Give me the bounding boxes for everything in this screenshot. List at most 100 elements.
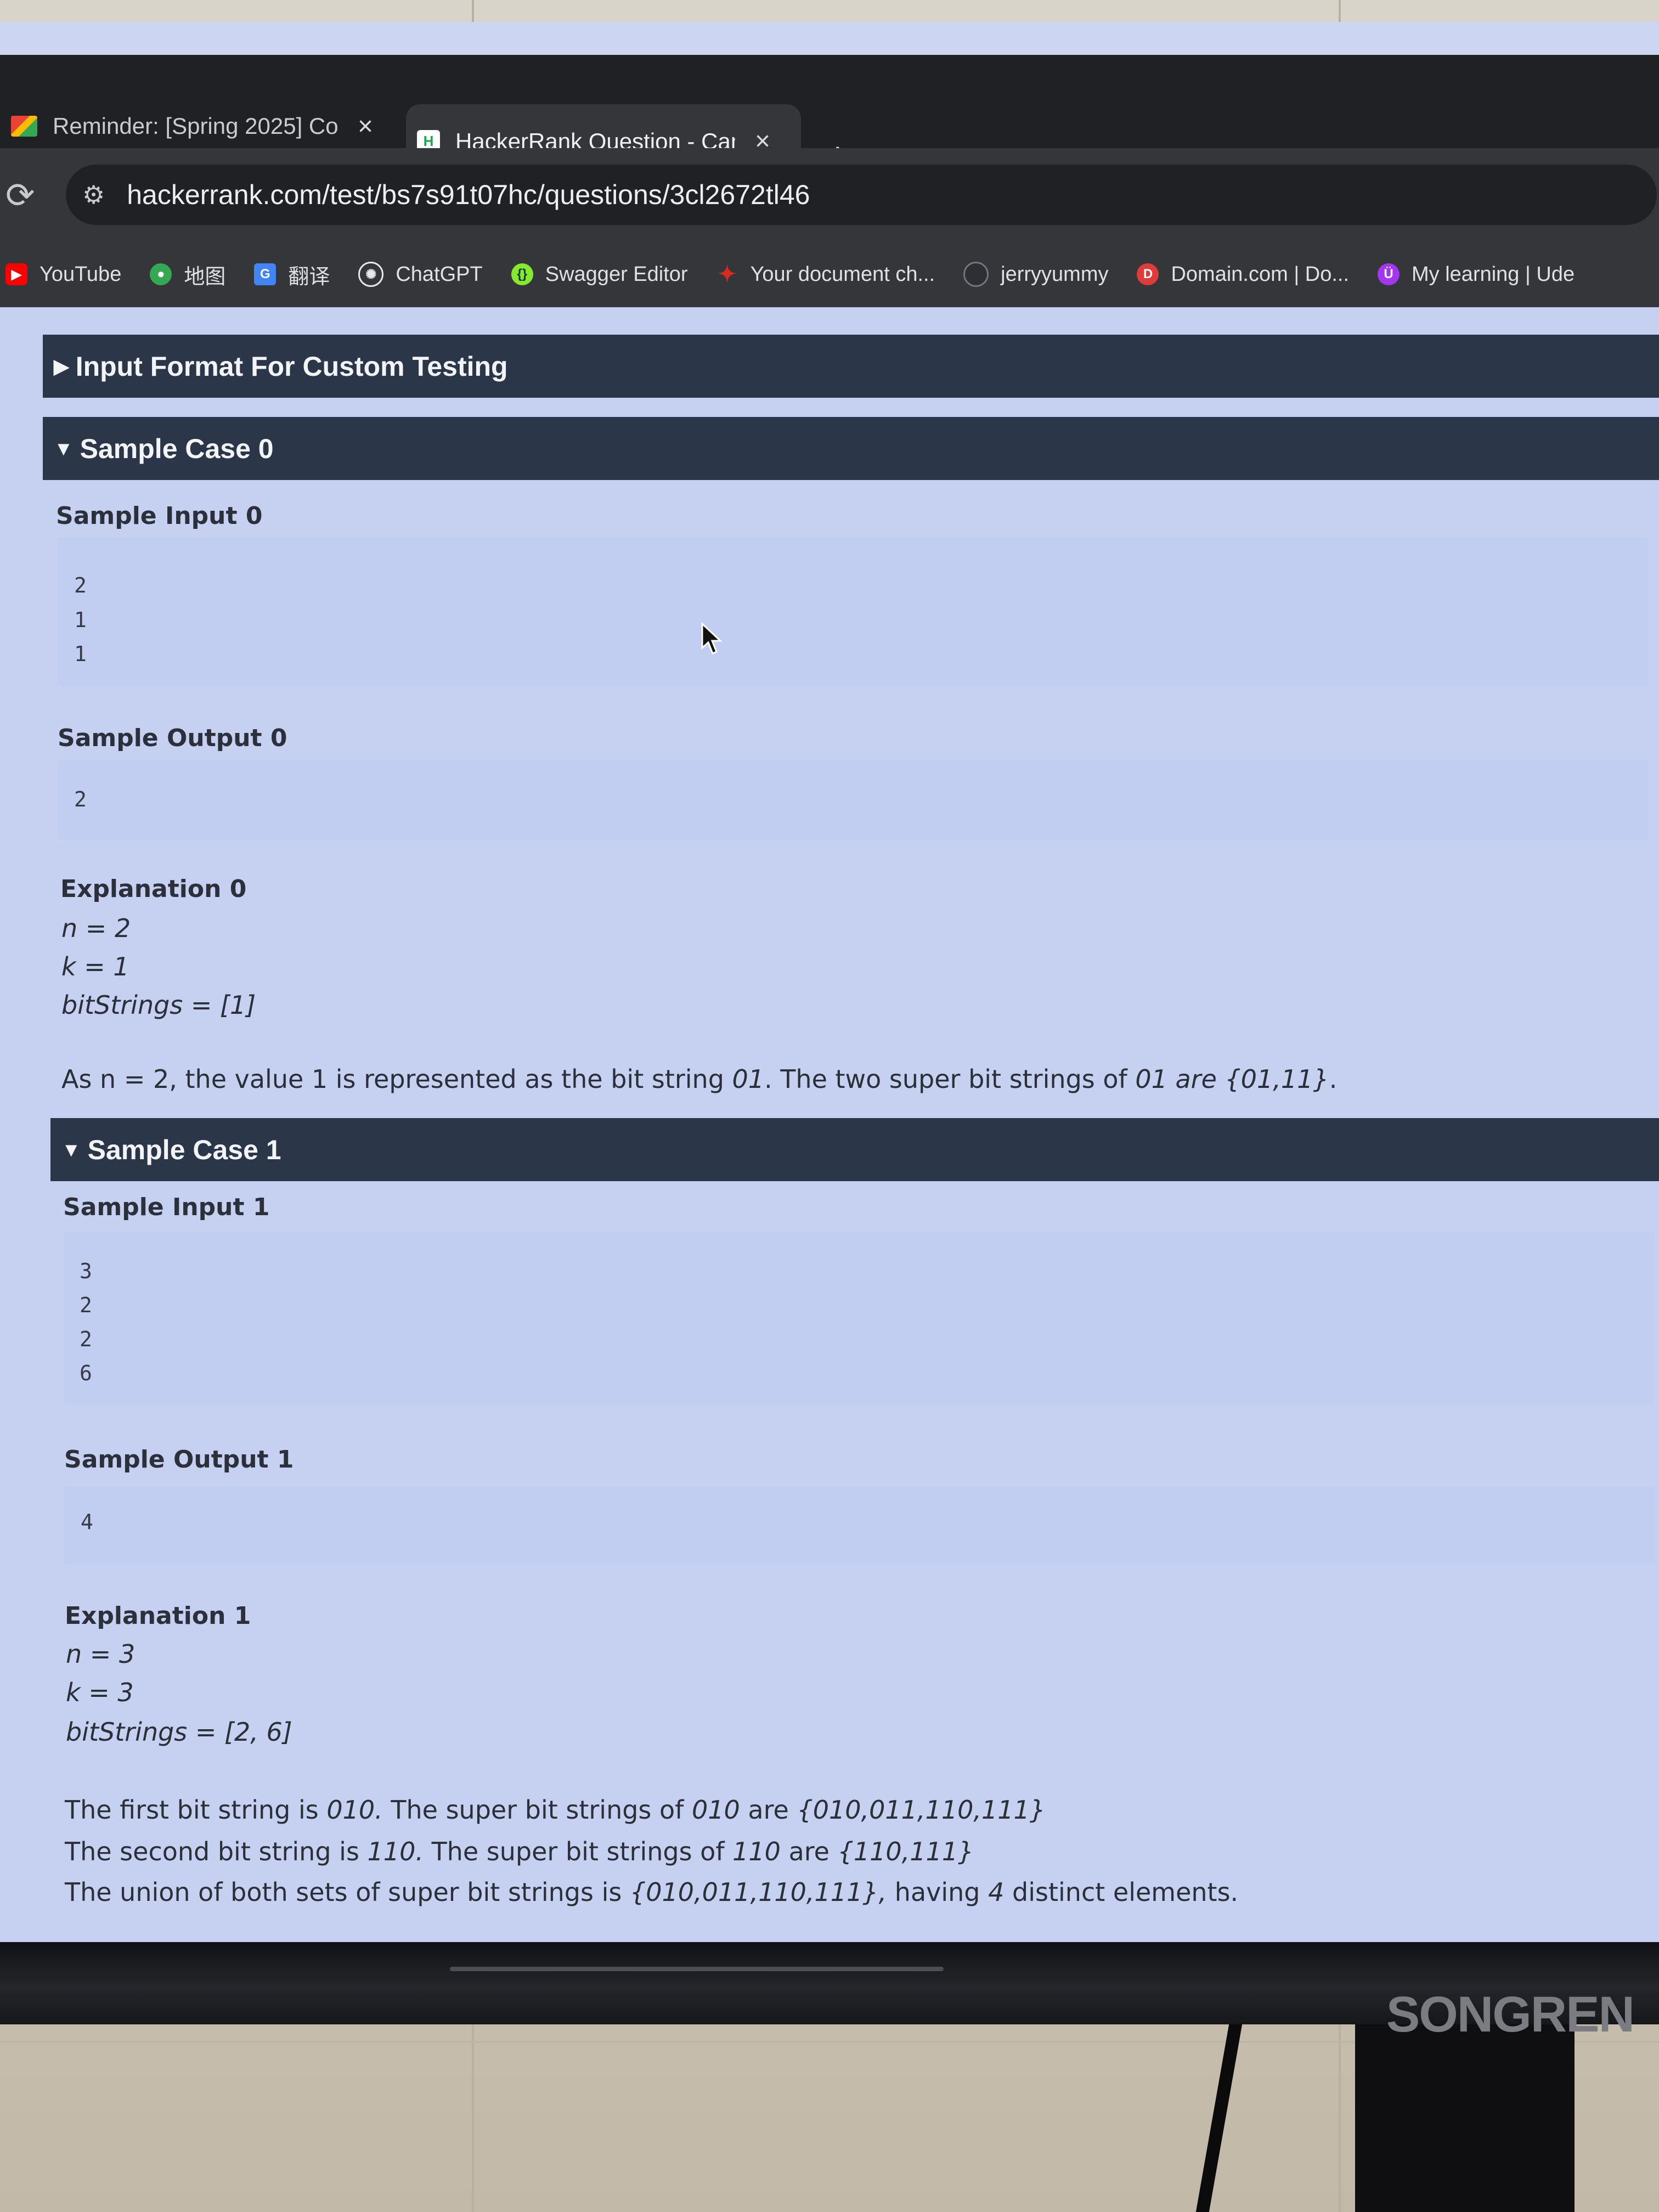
text-span: The first bit string is [65, 1795, 327, 1825]
bookmark-label: Your document ch... [750, 262, 935, 286]
bookmark-swagger[interactable]: {} Swagger Editor [511, 263, 688, 286]
code-line: 4 [81, 1510, 93, 1534]
explanation-var: k = 1 [61, 952, 129, 981]
explanation-0-label: Explanation 0 [60, 875, 247, 903]
bookmark-chatgpt[interactable]: ✺ ChatGPT [358, 262, 483, 287]
url-text: hackerrank.com/test/bs7s91t07hc/question… [127, 179, 810, 210]
text-span: 01 [732, 1064, 765, 1094]
sample-output-0-box: 2 [58, 760, 1649, 839]
reload-icon[interactable]: ⟳ [5, 176, 35, 216]
sample-output-1-label: Sample Output 1 [64, 1446, 294, 1474]
maps-icon: ● [150, 263, 172, 285]
bookmark-github[interactable]: jerryyummy [963, 262, 1108, 287]
text-span: are [740, 1795, 797, 1825]
chatgpt-icon: ✺ [358, 262, 384, 287]
text-span: 4 [988, 1877, 1005, 1907]
site-settings-icon[interactable]: ⚙ [82, 180, 105, 210]
section-sample-case-1[interactable]: ▼ Sample Case 1 [50, 1118, 1659, 1181]
bookmark-label: YouTube [40, 262, 122, 286]
text-span: {010,011,110,111} [797, 1795, 1046, 1825]
bookmark-label: 地图 [184, 265, 226, 289]
bookmark-udemy[interactable]: Ü My learning | Ude [1378, 263, 1575, 286]
section-input-format[interactable]: ▶ Input Format For Custom Testing [43, 335, 1659, 398]
text-span: 010. [326, 1795, 383, 1825]
bookmark-label: jerryyummy [1001, 262, 1109, 286]
bookmark-domain[interactable]: D Domain.com | Do... [1137, 263, 1349, 286]
section-title: Sample Case 0 [80, 433, 274, 464]
code-line: 2 [80, 1293, 92, 1317]
tab-title: Reminder: [Spring 2025] Co [53, 113, 338, 139]
text-span: {010,011,110,111}, [629, 1877, 887, 1907]
explanation-1-line-1: The first bit string is 010. The super b… [65, 1795, 1046, 1825]
bookmark-youtube[interactable]: ▶ YouTube [5, 263, 121, 286]
explanation-1-line-3: The union of both sets of super bit stri… [65, 1877, 1238, 1907]
sample-input-1-box: 3 2 2 6 [63, 1232, 1654, 1404]
text-span: The super bit strings of [423, 1837, 733, 1866]
monitor-stand [1355, 2024, 1575, 2212]
bookmark-label: ChatGPT [396, 262, 483, 286]
explanation-var: n = 3 [66, 1639, 136, 1669]
bookmark-label: Domain.com | Do... [1171, 262, 1350, 286]
section-title: Input Format For Custom Testing [75, 351, 508, 382]
sample-input-0-label: Sample Input 0 [56, 502, 263, 530]
close-tab-icon[interactable]: × [358, 111, 373, 142]
bookmark-label: My learning | Ude [1412, 262, 1575, 286]
sample-output-1-box: 4 [64, 1487, 1655, 1564]
maple-leaf-icon: ✦ [718, 262, 737, 286]
question-content: ▶ Input Format For Custom Testing ▼ Samp… [0, 307, 1659, 1942]
code-line: 6 [80, 1361, 92, 1385]
explanation-1-label: Explanation 1 [65, 1602, 251, 1630]
collapse-triangle-icon: ▼ [54, 437, 74, 460]
explanation-1-line-2: The second bit string is 110. The super … [65, 1837, 974, 1866]
explanation-var: bitStrings = [2, 6] [66, 1717, 292, 1747]
text-span: distinct elements. [1004, 1877, 1239, 1907]
text-span: As n = 2, the value 1 is represented as … [61, 1064, 732, 1094]
domain-icon: D [1137, 263, 1159, 285]
text-span: The second bit string is [65, 1837, 368, 1866]
bookmark-document[interactable]: ✦ Your document ch... [716, 262, 935, 286]
explanation-var: k = 3 [66, 1678, 134, 1707]
sample-input-0-box: 2 1 1 [58, 538, 1649, 686]
explanation-0-sentence: As n = 2, the value 1 is represented as … [61, 1064, 1337, 1094]
text-span: The union of both sets of super bit stri… [65, 1877, 630, 1907]
gmail-icon [11, 116, 37, 137]
youtube-icon: ▶ [5, 263, 27, 285]
monitor: Reminder: [Spring 2025] Co × H HackerRan… [0, 22, 1659, 2042]
explanation-var: bitStrings = [1] [61, 990, 256, 1020]
browser-toolbar: ⟳ ⚙ hackerrank.com/test/bs7s91t07hc/ques… [0, 148, 1659, 252]
udemy-icon: Ü [1378, 263, 1400, 285]
bookmark-label: 翻译 [288, 265, 330, 289]
collapse-triangle-icon: ▼ [61, 1138, 81, 1161]
mouse-cursor-icon [701, 623, 723, 654]
text-span: 01 are {01,11} [1135, 1064, 1329, 1094]
text-span: {110,111} [837, 1837, 974, 1866]
code-line: 2 [74, 787, 87, 811]
text-span: . The two super bit strings of [764, 1064, 1136, 1094]
text-span: 010 [691, 1795, 740, 1825]
text-span: 110. [367, 1837, 424, 1866]
code-line: 1 [74, 608, 87, 632]
bookmark-label: Swagger Editor [545, 262, 688, 286]
text-span: having [887, 1877, 989, 1907]
bookmark-maps[interactable]: ● 地图 [150, 259, 225, 290]
bezel-reflection [450, 1967, 944, 1971]
bookmarks-bar: ▶ YouTube ● 地图 G 翻译 ✺ ChatGPT {} Swagger… [0, 241, 1659, 307]
text-span: The super bit strings of [382, 1795, 692, 1825]
address-bar[interactable]: ⚙ hackerrank.com/test/bs7s91t07hc/questi… [66, 165, 1657, 225]
swagger-icon: {} [511, 263, 533, 285]
code-line: 1 [74, 642, 87, 666]
bookmark-translate[interactable]: G 翻译 [254, 259, 330, 290]
translate-icon: G [254, 263, 276, 285]
sample-output-0-label: Sample Output 0 [58, 724, 287, 752]
text-span: are [780, 1837, 838, 1866]
section-sample-case-0[interactable]: ▼ Sample Case 0 [43, 417, 1659, 480]
text-span: 110 [732, 1837, 781, 1866]
github-icon [963, 262, 989, 287]
text-span: . [1329, 1064, 1338, 1094]
code-line: 3 [80, 1259, 92, 1283]
expand-triangle-icon: ▶ [54, 354, 69, 377]
explanation-var: n = 2 [61, 913, 131, 943]
monitor-brand-logo: SONGREN [1386, 1987, 1635, 2042]
code-line: 2 [74, 573, 87, 597]
section-title: Sample Case 1 [87, 1134, 281, 1165]
